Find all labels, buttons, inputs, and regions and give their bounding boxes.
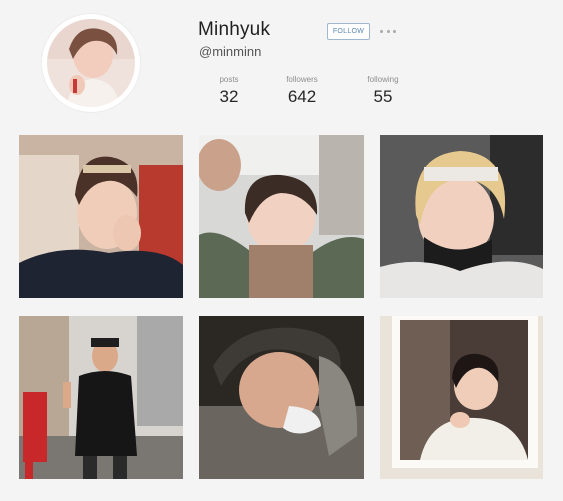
followers-stat[interactable]: followers 642 <box>272 75 332 107</box>
avatar-photo <box>47 19 135 107</box>
posts-count: 32 <box>219 87 239 106</box>
post-photo <box>19 316 183 479</box>
more-options-icon[interactable] <box>380 24 396 38</box>
followers-count: 642 <box>287 87 317 106</box>
followers-label: followers <box>286 75 318 84</box>
post-photo <box>380 135 543 298</box>
following-stat[interactable]: following 55 <box>353 75 413 107</box>
username: Minhyuk <box>198 19 271 40</box>
dot <box>393 29 396 33</box>
post-thumbnail[interactable] <box>19 135 183 298</box>
post-thumbnail[interactable] <box>380 316 543 479</box>
post-photo <box>380 316 543 479</box>
posts-stat[interactable]: posts 32 <box>205 75 253 107</box>
post-thumbnail[interactable] <box>199 135 364 298</box>
post-photo <box>199 135 364 298</box>
dot <box>380 29 383 33</box>
post-photo <box>199 316 364 479</box>
post-thumbnail[interactable] <box>380 135 543 298</box>
dot <box>386 29 390 33</box>
follow-button[interactable]: FOLLOW <box>327 23 370 40</box>
post-photo <box>19 135 183 298</box>
following-count: 55 <box>373 87 393 106</box>
avatar[interactable] <box>47 19 135 107</box>
posts-label: posts <box>219 75 239 84</box>
following-label: following <box>367 75 399 84</box>
user-handle: @minminn <box>199 44 262 59</box>
post-thumbnail[interactable] <box>199 316 364 479</box>
post-thumbnail[interactable] <box>19 316 183 479</box>
